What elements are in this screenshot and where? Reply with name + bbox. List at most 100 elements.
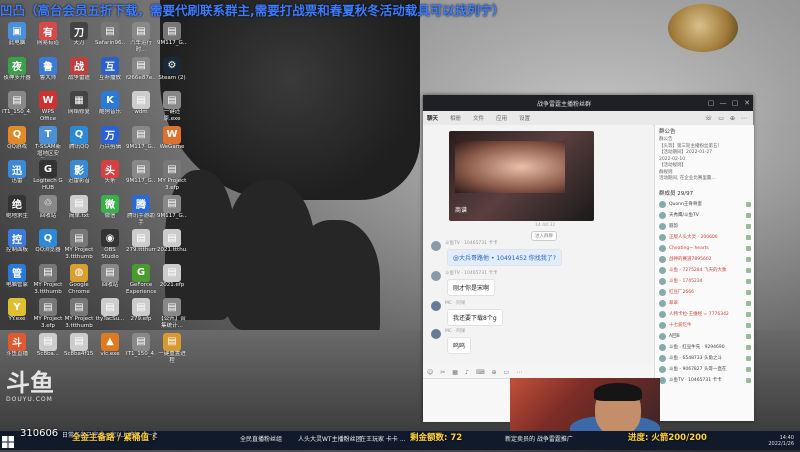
desktop-icon[interactable]: 绝绝地求生: [2, 194, 32, 227]
desktop-icon[interactable]: ▤ IT1_150_4...: [126, 332, 156, 365]
avatar[interactable]: [431, 241, 441, 251]
desktop-icon[interactable]: 互互补播放: [95, 56, 125, 89]
member-row[interactable]: 斗鱼 - 1745234: [655, 276, 754, 287]
desktop-icon[interactable]: ▤ MY Project 3.efp: [157, 160, 187, 192]
emoji-icon[interactable]: ☺: [427, 369, 433, 376]
taskbar-item[interactable]: 全民直播粉丝组: [240, 432, 282, 448]
add-icon[interactable]: ⊕: [491, 369, 496, 376]
add-member-icon[interactable]: ⊕: [730, 115, 735, 122]
desktop-icon[interactable]: ▤ 简单.txt: [64, 194, 94, 227]
desktop-icon[interactable]: 斗斗鱼直播: [2, 332, 32, 365]
desktop-icon[interactable]: ▤ ttyTacSu...: [95, 298, 125, 330]
member-row[interactable]: 人特卡拉-王维经 = 7776342: [655, 309, 754, 320]
desktop-icon[interactable]: Q 腾讯QQ: [64, 125, 94, 158]
message-bubble[interactable]: 我还要下载8个g: [447, 309, 503, 326]
tab-apps[interactable]: 应用: [496, 114, 507, 122]
member-row[interactable]: 红豆厂2666: [655, 287, 754, 298]
member-row[interactable]: A回B: [655, 331, 754, 342]
desktop-icon[interactable]: ▤ 汽车运行时...: [126, 22, 156, 54]
maximize-icon[interactable]: ▢: [729, 99, 741, 107]
desktop-icon[interactable]: 管电脑管家: [2, 263, 32, 296]
avatar[interactable]: [431, 329, 441, 339]
desktop-icon[interactable]: ▤ 【公开】合集统计...: [157, 298, 187, 330]
desktop-icon[interactable]: G Logitech G HUB: [33, 160, 63, 192]
avatar[interactable]: [431, 301, 441, 311]
member-row[interactable]: 丽韵: [655, 221, 754, 232]
desktop-icon[interactable]: ▤ 2021.efp: [157, 263, 187, 296]
desktop-icon[interactable]: ▤5c8ba4f15...: [64, 332, 94, 365]
message-bubble[interactable]: @大兵哥路他 • 10491452 你找我了?: [447, 249, 562, 266]
desktop-icon[interactable]: K 酷狗音乐: [95, 91, 125, 123]
message-bubble[interactable]: 呜呜: [447, 337, 472, 354]
join-group-notice[interactable]: 进入群聊: [531, 231, 557, 241]
desktop-icon[interactable]: ▤279.ttthumb: [126, 229, 156, 261]
more-icon[interactable]: ⋯: [741, 115, 747, 122]
desktop-icon[interactable]: ◍ Google Chrome: [64, 263, 94, 296]
desktop-icon[interactable]: 影迅雷影音: [64, 160, 94, 192]
member-row[interactable]: 斗鱼 · 红豆牛先 · 9294690: [655, 342, 754, 353]
desktop-icon[interactable]: ▤ f266e87e...: [126, 56, 156, 89]
desktop-icon[interactable]: ▤ 一键还原.exe: [157, 91, 187, 123]
member-row[interactable]: 战神的赛道7895602: [655, 254, 754, 265]
member-row[interactable]: 翠翠: [655, 298, 754, 309]
desktop-icon[interactable]: ▤ 9M117_G...: [157, 22, 187, 54]
screen-icon[interactable]: ▭: [718, 115, 724, 122]
desktop-icon[interactable]: ▤ 9M117_G...: [157, 194, 187, 227]
message-bubble[interactable]: 刚才你是宋啊: [447, 279, 496, 296]
desktop-icon[interactable]: 头头条: [95, 160, 125, 192]
group-notice[interactable]: 群公告 【头等】第三轮主播粉丝第五！ 【活动期间】2022-01-27 2022-02…: [655, 137, 754, 183]
taskbar-item[interactable]: 在王玩家 卡卡 ...: [360, 432, 406, 448]
desktop-icon[interactable]: ▲ vlc.exe: [95, 332, 125, 365]
shared-video-card[interactable]: 商谱: [449, 131, 594, 221]
member-row[interactable]: Cheating~ hearts: [655, 243, 754, 254]
desktop-icon[interactable]: 腾腾讯手游助手: [126, 194, 156, 227]
desktop-icon[interactable]: 控控制面板: [2, 229, 32, 261]
desktop-icon[interactable]: ▤ 5c8ba...: [33, 332, 63, 365]
message-list[interactable]: 商谱 14:44:32 进入群聊 斗鱼TV · 10465731 卡卡 @大兵哥…: [423, 125, 653, 365]
desktop-icon[interactable]: 刀天刀: [64, 22, 94, 54]
windows-icon[interactable]: [2, 433, 16, 448]
member-row[interactable]: Quonn王骨骨蛋: [655, 199, 754, 210]
more-icon[interactable]: ⋯: [516, 369, 522, 376]
desktop-icon[interactable]: ♲ 回收站: [33, 194, 63, 227]
desktop-icon[interactable]: 战战争雷霆: [64, 56, 94, 89]
avatar[interactable]: [431, 271, 441, 281]
desktop-icon[interactable]: Y YY.exe: [2, 298, 32, 330]
minimize-icon[interactable]: —: [717, 99, 729, 107]
desktop-icon[interactable]: ▤ IT1_150_4...: [2, 91, 32, 123]
tab-settings[interactable]: 设置: [519, 114, 530, 122]
desktop-icon[interactable]: 迅迅雷: [2, 160, 32, 192]
member-row[interactable]: 斗鱼TV · 10465731 卡卡: [655, 375, 754, 386]
tab-files[interactable]: 文件: [473, 114, 484, 122]
member-row[interactable]: 斗鱼 - 9067827 头等一直在: [655, 364, 754, 375]
desktop-icon[interactable]: 微微信: [95, 194, 125, 227]
desktop-icon[interactable]: 有网易有道: [33, 22, 63, 54]
keyboard-icon[interactable]: ⌨: [476, 369, 485, 376]
tab-chat[interactable]: 聊天: [427, 114, 438, 122]
taskbar-item[interactable]: 新定卖员的 战争雷霆推广: [505, 432, 573, 448]
desktop-icon[interactable]: 万万兴剪辑: [95, 125, 125, 158]
system-clock[interactable]: 14:40 2022/1/26: [768, 435, 794, 447]
desktop-icon[interactable]: ▤ 279.efp: [126, 298, 156, 330]
desktop-icon[interactable]: ▤ 回收站: [95, 263, 125, 296]
window-icon[interactable]: ▭: [504, 369, 510, 376]
desktop-icon[interactable]: ▤ 9M117_G...: [126, 160, 156, 192]
member-row[interactable]: 天秀鹰/斗鱼TV: [655, 210, 754, 221]
member-row[interactable]: 斗鱼 - 7275284 飞天的大象: [655, 265, 754, 276]
desktop-icon[interactable]: ▤ MY Project 3.ttthumb: [64, 229, 94, 261]
desktop-icon[interactable]: W WPS Office: [33, 91, 63, 123]
close-icon[interactable]: ✕: [741, 99, 753, 107]
pin-icon[interactable]: ▢: [705, 99, 717, 107]
desktop-icon[interactable]: TT-SSAM新增地区安装.rar: [33, 125, 63, 158]
desktop-icon[interactable]: ▣ 此电脑: [2, 22, 32, 54]
desktop-icon[interactable]: ▤2021.ttthu...: [157, 229, 187, 261]
desktop-icon[interactable]: Q QQ浏览器: [33, 229, 63, 261]
member-row[interactable]: 十七爱吃牛: [655, 320, 754, 331]
desktop-icon[interactable]: G GeForce Experience: [126, 263, 156, 296]
desktop-icon[interactable]: ◉ OBS Studio: [95, 229, 125, 261]
desktop-icon[interactable]: ▤ 9M117_G...: [126, 125, 156, 158]
file-icon[interactable]: ▦: [452, 369, 458, 376]
desktop-icon[interactable]: ▤ Safarin96..: [95, 22, 125, 54]
member-row[interactable]: 正版人头大灵 - 200606: [655, 232, 754, 243]
desktop-icon[interactable]: Q QQ游戏: [2, 125, 32, 158]
